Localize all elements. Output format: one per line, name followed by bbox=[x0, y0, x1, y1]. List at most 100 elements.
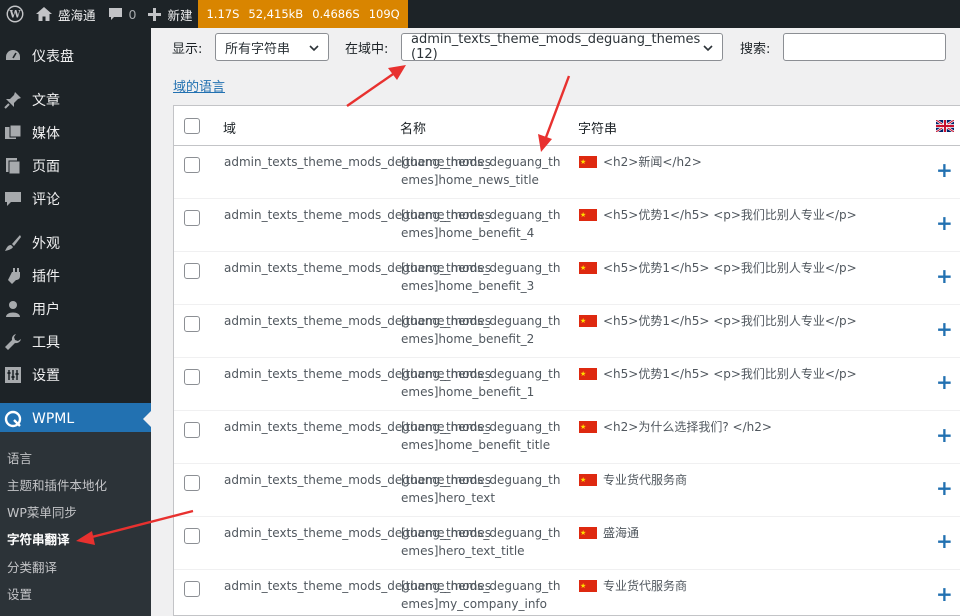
show-label: 显示: bbox=[172, 42, 203, 57]
menu-tools[interactable]: 工具 bbox=[0, 326, 151, 358]
add-translation-button[interactable]: + bbox=[936, 266, 953, 286]
plugin-icon bbox=[4, 267, 22, 285]
row-domain: admin_texts_theme_mods_deguang_themes bbox=[224, 367, 492, 381]
row-string: 盛海通 bbox=[603, 526, 640, 540]
table-row: admin_texts_theme_mods_deguang_themes [t… bbox=[174, 411, 960, 464]
add-translation-button[interactable]: + bbox=[936, 531, 953, 551]
add-translation-button[interactable]: + bbox=[936, 372, 953, 392]
table-row: admin_texts_theme_mods_deguang_themes [t… bbox=[174, 199, 960, 252]
menu-label: 页面 bbox=[32, 159, 60, 175]
add-translation-button[interactable]: + bbox=[936, 319, 953, 339]
row-checkbox[interactable] bbox=[184, 475, 200, 491]
row-domain: admin_texts_theme_mods_deguang_themes bbox=[224, 579, 492, 593]
row-checkbox[interactable] bbox=[184, 369, 200, 385]
row-name: [theme_mods_deguang_themes]home_benefit_… bbox=[401, 420, 561, 452]
comment-count: 0 bbox=[128, 6, 137, 22]
menu-pages[interactable]: 页面 bbox=[0, 150, 151, 182]
comments-link[interactable]: 0 bbox=[102, 0, 143, 28]
dashboard-icon bbox=[4, 47, 22, 65]
row-string: <h5>优势1</h5> <p>我们比别人专业</p> bbox=[603, 314, 857, 328]
row-checkbox[interactable] bbox=[184, 157, 200, 173]
query-count: 109Q bbox=[368, 7, 400, 21]
submenu-wp-menus-sync[interactable]: WP菜单同步 bbox=[7, 502, 77, 521]
table-header: 域 名称 字符串 bbox=[174, 106, 960, 146]
wordpress-logo-icon[interactable]: W bbox=[0, 0, 30, 28]
add-translation-button[interactable]: + bbox=[936, 160, 953, 180]
memory-usage: 52,415kB bbox=[248, 7, 304, 21]
row-domain: admin_texts_theme_mods_deguang_themes bbox=[224, 155, 492, 169]
strings-table: 域 名称 字符串 admin_texts_theme_mods_deguang_… bbox=[173, 105, 960, 616]
row-name: [theme_mods_deguang_themes]hero_text_tit… bbox=[401, 526, 561, 558]
china-flag-icon bbox=[579, 206, 597, 224]
menu-label: WPML bbox=[32, 411, 75, 427]
menu-comments[interactable]: 评论 bbox=[0, 183, 151, 215]
page-icon bbox=[4, 157, 22, 175]
row-name: [theme_mods_deguang_themes]home_benefit_… bbox=[401, 261, 561, 293]
new-label: 新建 bbox=[167, 7, 193, 23]
row-checkbox[interactable] bbox=[184, 422, 200, 438]
row-string: <h2>为什么选择我们? </h2> bbox=[603, 420, 772, 434]
query-monitor-stats[interactable]: 1.17S 52,415kB 0.4686S 109Q bbox=[198, 0, 408, 28]
plus-icon bbox=[148, 7, 162, 21]
show-select-value: 所有字符串 bbox=[225, 41, 291, 57]
row-checkbox[interactable] bbox=[184, 528, 200, 544]
row-checkbox[interactable] bbox=[184, 316, 200, 332]
submenu-taxonomy-translation[interactable]: 分类翻译 bbox=[7, 557, 57, 576]
admin-bar: W 盛海通 0 新建 1.17S 52,415kB 0.4686S 109Q bbox=[0, 0, 960, 28]
row-checkbox[interactable] bbox=[184, 263, 200, 279]
row-string-cell: <h5>优势1</h5> <p>我们比别人专业</p> bbox=[579, 259, 909, 277]
menu-posts[interactable]: 文章 bbox=[0, 84, 151, 116]
row-string-cell: <h2>为什么选择我们? </h2> bbox=[579, 418, 909, 436]
menu-settings[interactable]: 设置 bbox=[0, 359, 151, 391]
add-translation-button[interactable]: + bbox=[936, 478, 953, 498]
menu-media[interactable]: 媒体 bbox=[0, 117, 151, 149]
site-name: 盛海通 bbox=[58, 7, 96, 23]
submenu-settings[interactable]: 设置 bbox=[7, 584, 32, 603]
menu-appearance[interactable]: 外观 bbox=[0, 227, 151, 259]
row-string: <h2>新闻</h2> bbox=[603, 155, 702, 169]
row-string-cell: 专业货代服务商 bbox=[579, 471, 909, 489]
menu-label: 插件 bbox=[32, 269, 60, 285]
row-checkbox[interactable] bbox=[184, 581, 200, 597]
wpml-logo-icon bbox=[4, 410, 22, 428]
search-input[interactable] bbox=[783, 33, 946, 61]
row-domain: admin_texts_theme_mods_deguang_themes bbox=[224, 526, 492, 540]
row-string: 专业货代服务商 bbox=[603, 473, 688, 487]
chevron-down-icon bbox=[309, 45, 319, 52]
main-content: 显示: 所有字符串 在域中: admin_texts_theme_mods_de… bbox=[151, 28, 960, 616]
domain-select[interactable]: admin_texts_theme_mods_deguang_themes (1… bbox=[401, 32, 723, 62]
row-checkbox[interactable] bbox=[184, 210, 200, 226]
menu-users[interactable]: 用户 bbox=[0, 293, 151, 325]
table-row: admin_texts_theme_mods_deguang_themes [t… bbox=[174, 570, 960, 615]
china-flag-icon bbox=[579, 524, 597, 542]
row-name: [theme_mods_deguang_themes]hero_text bbox=[401, 473, 561, 505]
table-row: admin_texts_theme_mods_deguang_themes [t… bbox=[174, 358, 960, 411]
row-name: [theme_mods_deguang_themes]home_benefit_… bbox=[401, 208, 561, 240]
menu-dashboard[interactable]: 仪表盘 bbox=[0, 40, 151, 72]
row-name: [theme_mods_deguang_themes]my_company_in… bbox=[401, 579, 561, 611]
menu-label: 仪表盘 bbox=[32, 49, 74, 65]
menu-plugins[interactable]: 插件 bbox=[0, 260, 151, 292]
domain-languages-link[interactable]: 域的语言 bbox=[173, 76, 225, 95]
row-string-cell: 盛海通 bbox=[579, 524, 909, 542]
menu-wpml[interactable]: WPML bbox=[0, 403, 151, 435]
site-name-link[interactable]: 盛海通 bbox=[30, 0, 102, 28]
new-content-link[interactable]: 新建 bbox=[142, 0, 198, 28]
row-string-cell: <h5>优势1</h5> <p>我们比别人专业</p> bbox=[579, 312, 909, 330]
add-translation-button[interactable]: + bbox=[936, 584, 953, 604]
submenu-string-translation[interactable]: 字符串翻译 bbox=[7, 529, 70, 548]
add-translation-button[interactable]: + bbox=[936, 213, 953, 233]
menu-label: 工具 bbox=[32, 335, 60, 351]
menu-label: 文章 bbox=[32, 93, 60, 109]
row-string: <h5>优势1</h5> <p>我们比别人专业</p> bbox=[603, 208, 857, 222]
china-flag-icon bbox=[579, 471, 597, 489]
menu-label: 媒体 bbox=[32, 126, 60, 142]
table-row: admin_texts_theme_mods_deguang_themes [t… bbox=[174, 146, 960, 199]
add-translation-button[interactable]: + bbox=[936, 425, 953, 445]
select-all-checkbox[interactable] bbox=[184, 118, 200, 134]
row-domain: admin_texts_theme_mods_deguang_themes bbox=[224, 473, 492, 487]
submenu-languages[interactable]: 语言 bbox=[7, 448, 32, 467]
domain-select-value: admin_texts_theme_mods_deguang_themes (1… bbox=[411, 32, 701, 62]
submenu-theme-plugin-localization[interactable]: 主题和插件本地化 bbox=[7, 475, 107, 494]
show-select[interactable]: 所有字符串 bbox=[215, 33, 329, 61]
